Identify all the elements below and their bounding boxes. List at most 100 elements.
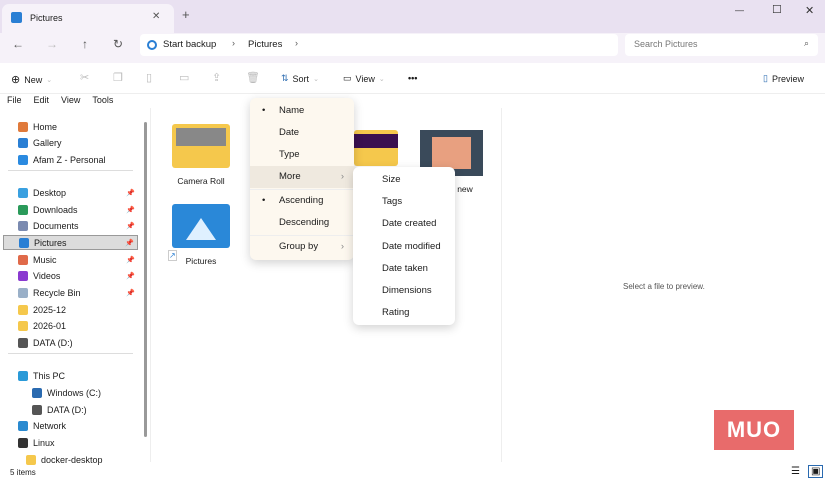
sidebar-item-data-d-[interactable]: DATA (D:) [18, 335, 138, 350]
paste-icon[interactable]: ▯ [146, 71, 152, 84]
rename-icon[interactable]: ▭ [179, 71, 189, 84]
sidebar-item-videos[interactable]: Videos 📌 [18, 268, 138, 283]
divider [8, 170, 133, 171]
folder-icon [18, 254, 28, 265]
folder-icon[interactable] [354, 130, 398, 166]
sidebar-item-gallery[interactable]: Gallery [18, 135, 138, 150]
sort-option-date-modified[interactable]: Date modified [353, 236, 455, 258]
menu-tools[interactable]: Tools [92, 95, 113, 105]
sidebar-item-pictures[interactable]: Pictures 📌 [3, 235, 138, 250]
navigation-pane: Home Gallery Afam Z - Personal Desktop 📌 Down… [0, 108, 145, 465]
sidebar-item-recycle-bin[interactable]: Recycle Bin 📌 [18, 285, 138, 300]
refresh-button[interactable]: ↻ [108, 37, 128, 51]
sort-option-ascending[interactable]: Ascending • [250, 190, 354, 212]
menu-item-label: More [279, 171, 301, 182]
menu-item-label: Date created [382, 218, 437, 230]
copy-icon[interactable]: ❐ [113, 71, 123, 84]
menu-item-label: Descending [279, 217, 330, 228]
menu-view[interactable]: View [61, 95, 80, 105]
sidebar-item-home[interactable]: Home [18, 119, 138, 134]
sort-option-group-by[interactable]: Group by › [250, 236, 354, 258]
folder-icon [32, 387, 42, 398]
pin-icon: 📌 [126, 206, 135, 214]
sidebar-item-2026-01[interactable]: 2026-01 [18, 318, 138, 333]
close-window-button[interactable]: ✕ [805, 4, 814, 17]
chevron-down-icon: ⌄ [46, 76, 53, 84]
sidebar-item-linux[interactable]: Linux [18, 435, 138, 450]
menu-item-label: Name [279, 105, 305, 116]
breadcrumb-pictures[interactable]: Pictures [248, 39, 282, 50]
sidebar-item-network[interactable]: Network [18, 418, 138, 433]
sidebar-item-afam-z-personal[interactable]: Afam Z - Personal [18, 152, 138, 167]
tab-pictures[interactable]: Pictures ✕ [2, 4, 174, 33]
sidebar-item-windows-c-[interactable]: Windows (C:) [32, 385, 152, 400]
back-button[interactable]: ← [8, 37, 28, 51]
sort-more-submenu: Size Tags Date created Date modified Date ta… [353, 167, 455, 325]
pin-icon: 📌 [126, 289, 135, 297]
folder-icon [18, 137, 28, 148]
breadcrumb[interactable]: Start backup › Pictures › [140, 34, 618, 56]
folder-icon [18, 437, 28, 448]
up-button[interactable]: ↑ [75, 37, 95, 51]
menu-file[interactable]: File [7, 95, 22, 105]
sidebar-item-label: DATA (D:) [47, 404, 87, 415]
view-button[interactable]: ▭ View ⌄ [343, 73, 385, 84]
sort-option-descending[interactable]: Descending [250, 212, 354, 234]
menu-bar: File Edit View Tools [0, 95, 150, 108]
sidebar-item-2025-12[interactable]: 2025-12 [18, 302, 138, 317]
folder-icon [18, 337, 28, 348]
folder-icon [18, 304, 28, 315]
share-icon[interactable]: ⇪ [212, 71, 221, 84]
tiles-view-icon[interactable]: ▣ [808, 465, 824, 478]
sort-button[interactable]: ⇅ Sort ⌄ [281, 73, 319, 84]
file-name: new [457, 184, 473, 194]
sidebar-item-data-d-[interactable]: DATA (D:) [32, 402, 152, 417]
preview-button[interactable]: ▯ Preview [763, 73, 804, 84]
delete-icon[interactable]: 🗑 [246, 71, 260, 84]
sidebar-item-this-pc[interactable]: This PC [18, 368, 138, 383]
menu-item-label: Date modified [382, 240, 441, 252]
sidebar-item-documents[interactable]: Documents 📌 [18, 218, 138, 233]
new-button[interactable]: ⊕ New ⌄ [11, 73, 52, 86]
sort-option-date-created[interactable]: Date created [353, 213, 455, 235]
new-tab-button[interactable]: + [182, 7, 190, 22]
sidebar-item-label: 2025-12 [33, 304, 67, 315]
sort-option-type[interactable]: Type [250, 144, 354, 166]
see-more-button[interactable]: ••• [408, 73, 417, 83]
chevron-right-icon[interactable]: › [295, 38, 298, 48]
sidebar-item-desktop[interactable]: Desktop 📌 [18, 185, 138, 200]
search-input[interactable]: Search Pictures ⌕ [625, 34, 818, 56]
sidebar-item-downloads[interactable]: Downloads 📌 [18, 202, 138, 217]
search-placeholder: Search Pictures [634, 39, 698, 49]
menu-item-label: Date [279, 127, 300, 138]
breadcrumb-start-backup[interactable]: Start backup [163, 39, 216, 50]
menu-item-label: Size [382, 174, 401, 185]
minimize-button[interactable]: — [735, 5, 744, 15]
folder-icon [19, 237, 29, 248]
menu-divider [250, 235, 354, 236]
sidebar-scrollbar[interactable] [144, 122, 147, 437]
file-item-pictures[interactable]: ↗ Pictures [166, 204, 236, 266]
sort-option-date-taken[interactable]: Date taken [353, 258, 455, 280]
sidebar-item-music[interactable]: Music 📌 [18, 252, 138, 267]
sort-option-size[interactable]: Size [353, 169, 455, 191]
chevron-down-icon: ⌄ [313, 75, 319, 83]
sidebar-item-label: 2026-01 [33, 320, 67, 331]
tab-close-button[interactable]: ✕ [152, 11, 160, 22]
menu-edit[interactable]: Edit [34, 95, 50, 105]
sort-option-rating[interactable]: Rating [353, 302, 455, 324]
view-label: View [355, 73, 375, 84]
file-item-camera-roll[interactable]: Camera Roll [166, 124, 236, 186]
sort-option-name[interactable]: Name • [250, 100, 354, 122]
cut-icon[interactable]: ✂ [80, 71, 89, 84]
details-view-icon[interactable]: ☰ [791, 466, 800, 477]
sort-option-date[interactable]: Date [250, 122, 354, 144]
sort-option-tags[interactable]: Tags [353, 191, 455, 213]
sort-option-dimensions[interactable]: Dimensions [353, 280, 455, 302]
sort-option-more[interactable]: More › [250, 166, 354, 188]
sort-label: Sort [292, 73, 310, 84]
pictures-icon [11, 12, 22, 23]
forward-button[interactable]: → [42, 37, 62, 51]
menu-item-label: Tags [382, 196, 403, 208]
maximize-button[interactable]: ☐ [772, 3, 782, 16]
